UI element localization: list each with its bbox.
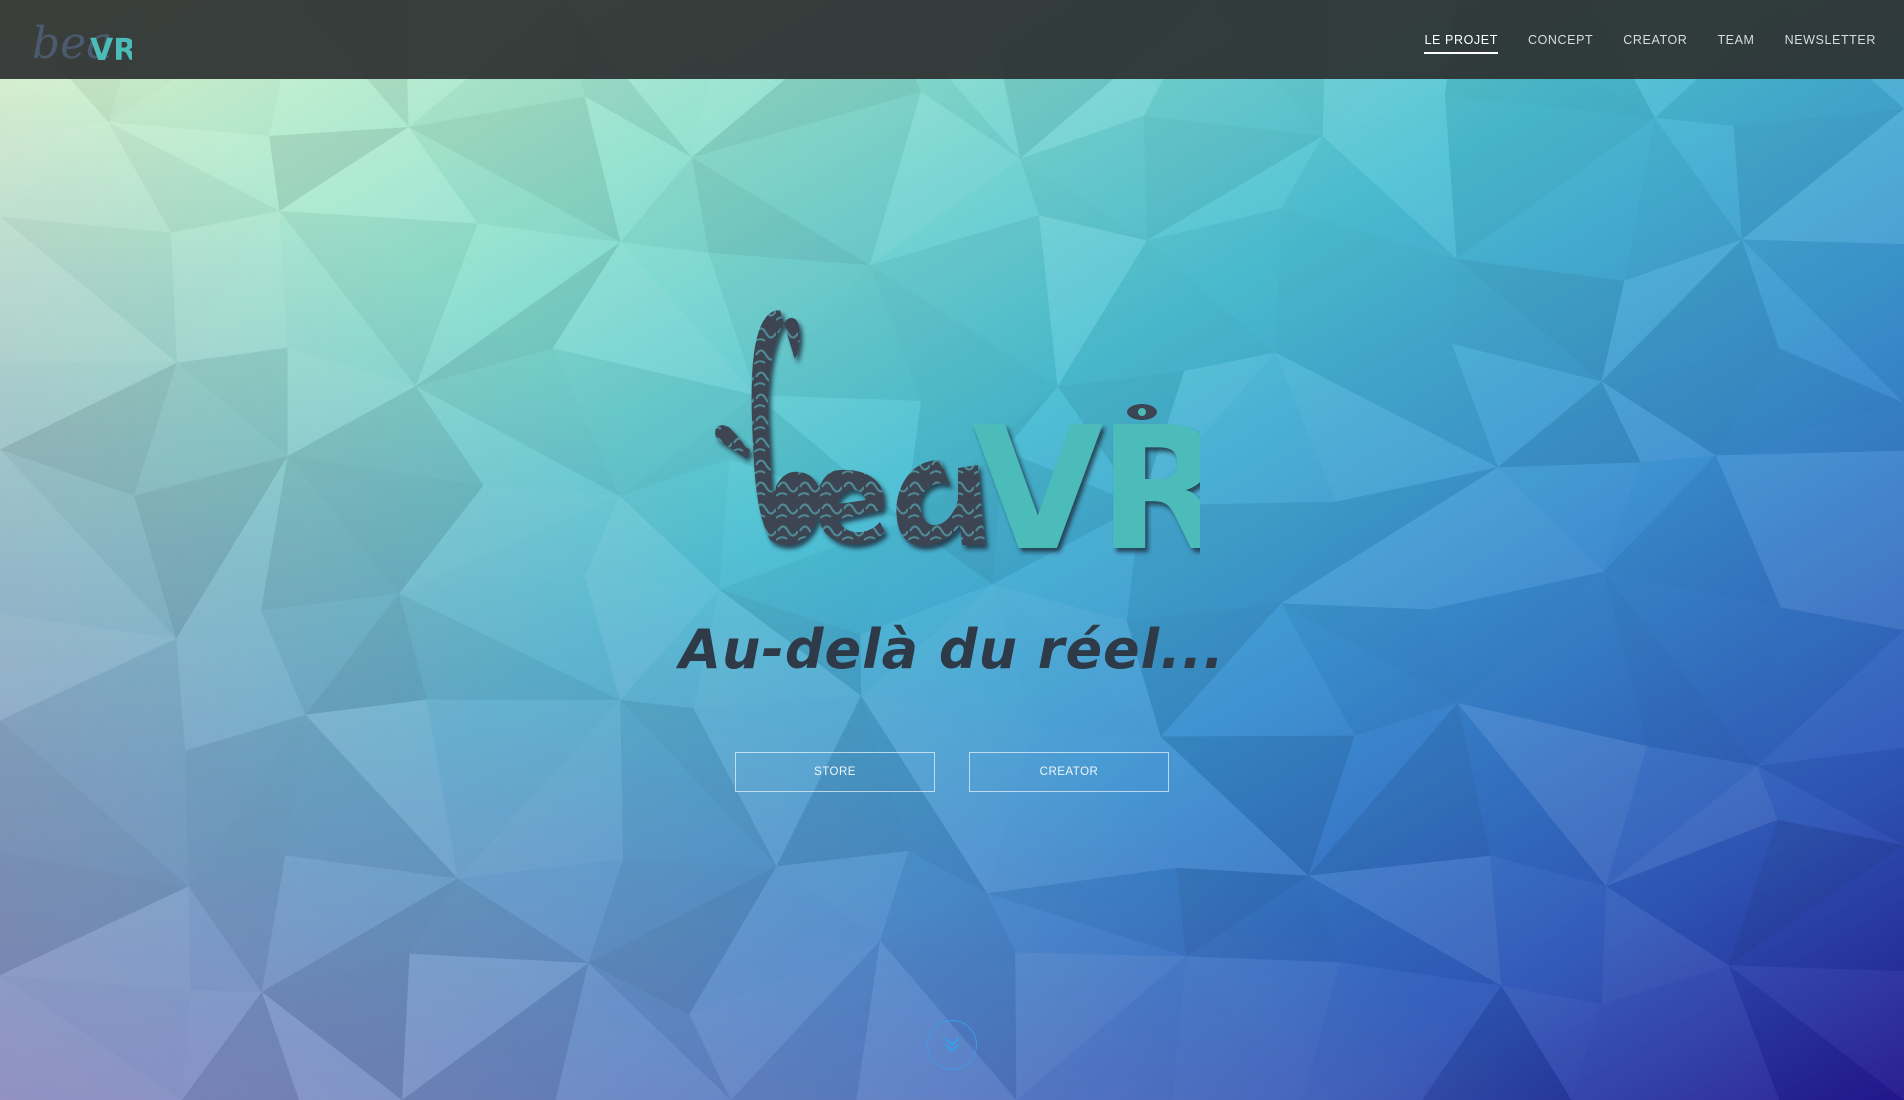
logo-vr-text: VR (972, 391, 1200, 560)
logo-vr-part: VR (90, 33, 132, 66)
creator-button[interactable]: CREATOR (969, 752, 1169, 792)
navbar: bea VR LE PROJET CONCEPT CREATOR TEAM NE… (0, 0, 1904, 79)
logo-letter-b (751, 310, 822, 545)
scroll-down-button[interactable] (927, 1020, 977, 1070)
nav-link-newsletter[interactable]: NEWSLETTER (1785, 27, 1876, 53)
store-button[interactable]: STORE (735, 752, 935, 792)
nav-link-creator[interactable]: CREATOR (1623, 27, 1687, 53)
logo-letter-e (816, 469, 885, 545)
hero-tagline: Au-delà du réel... (679, 618, 1225, 681)
nav-link-concept[interactable]: CONCEPT (1528, 27, 1593, 53)
hero-button-row: STORE CREATOR (735, 752, 1169, 792)
nav-menu: LE PROJET CONCEPT CREATOR TEAM NEWSLETTE… (1424, 0, 1876, 79)
hero-logo: VR (715, 310, 1200, 560)
nav-link-team[interactable]: TEAM (1717, 27, 1754, 53)
nav-link-le-projet[interactable]: LE PROJET (1424, 27, 1499, 54)
page: bea VR LE PROJET CONCEPT CREATOR TEAM NE… (0, 0, 1904, 1100)
chevron-double-down-icon (944, 1037, 960, 1053)
nav-logo[interactable]: bea VR (32, 12, 132, 66)
